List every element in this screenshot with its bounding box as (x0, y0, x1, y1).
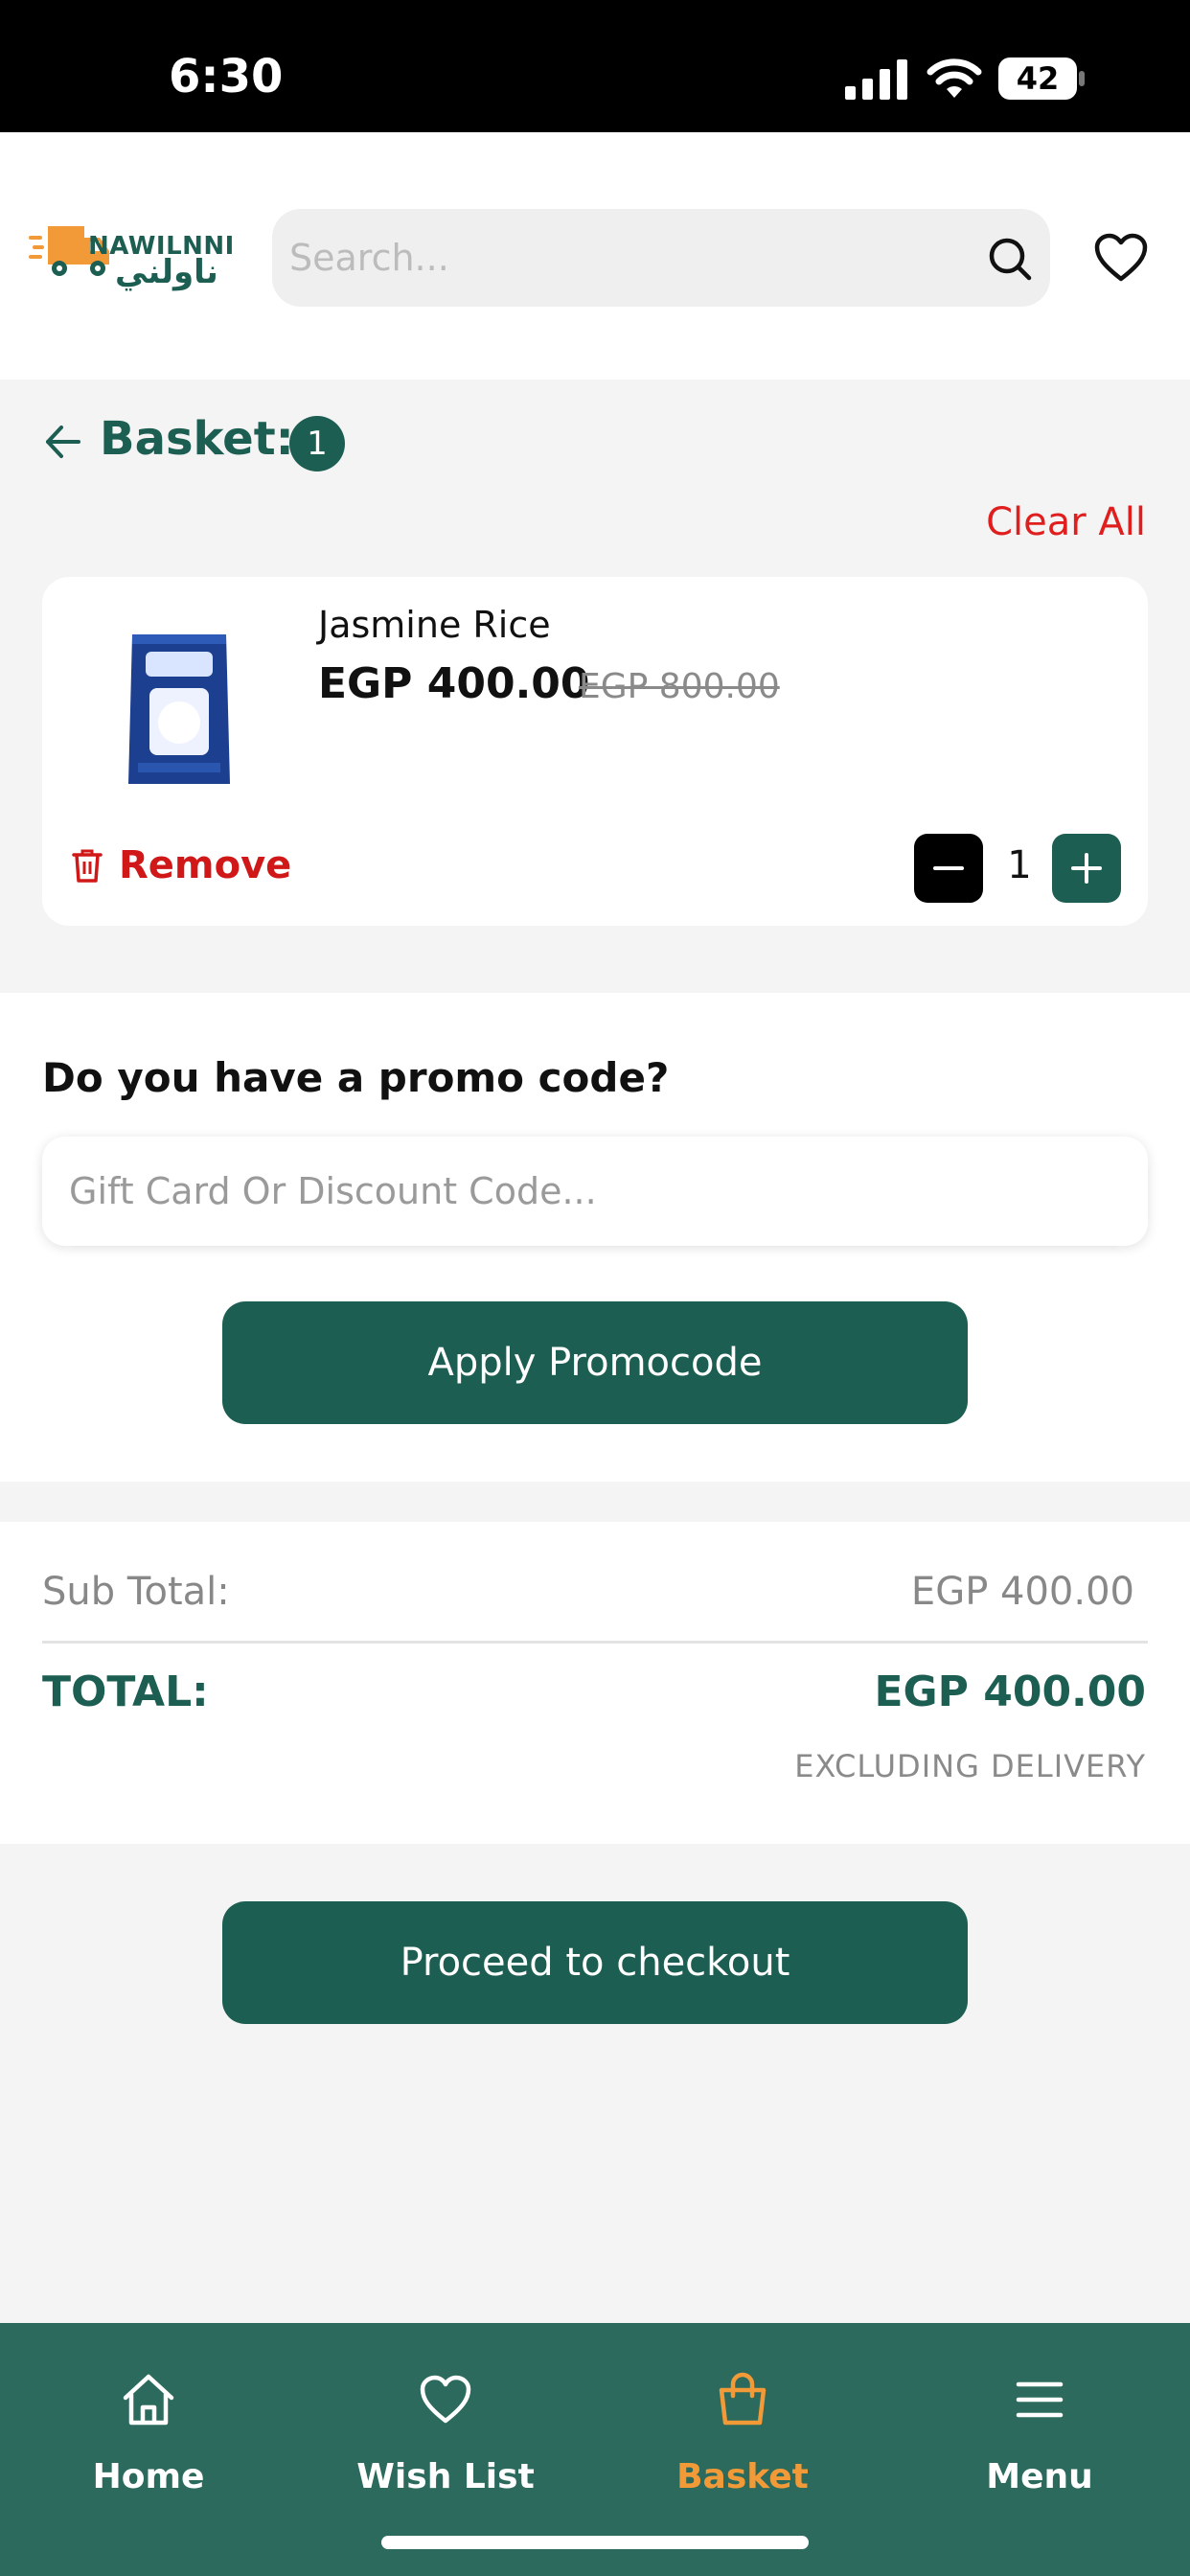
nav-item-home[interactable]: Home (0, 2323, 297, 2515)
product-old-price: EGP 800.00 (579, 667, 780, 706)
cellular-signal-icon (845, 59, 907, 100)
nav-label-home: Home (92, 2457, 205, 2496)
product-price: EGP 400.00 (318, 659, 590, 708)
clear-all-button[interactable]: Clear All (986, 500, 1146, 544)
status-bar: 6:30 42 (0, 0, 1190, 132)
home-indicator[interactable] (381, 2536, 809, 2549)
nav-item-menu[interactable]: Menu (891, 2323, 1188, 2515)
heart-icon (420, 2375, 471, 2424)
divider (42, 1641, 1148, 1644)
quantity-increase-button[interactable] (1052, 834, 1121, 903)
home-icon (123, 2374, 174, 2426)
proceed-to-checkout-button[interactable]: Proceed to checkout (222, 1901, 968, 2024)
basket-item-card: Jasmine Rice EGP 400.00 EGP 800.00 Remov… (42, 577, 1148, 926)
wishlist-heart-icon[interactable] (1094, 233, 1148, 283)
basket-icon (719, 2372, 767, 2426)
app-header: NAWILNNI ناولني (0, 132, 1190, 380)
menu-icon (1016, 2381, 1064, 2418)
wifi-icon (927, 58, 982, 98)
battery-icon: 42 (998, 58, 1085, 100)
nav-label-menu: Menu (986, 2457, 1093, 2496)
order-totals: Sub Total: EGP 400.00 TOTAL: EGP 400.00 … (0, 1522, 1190, 1844)
quantity-value: 1 (1007, 843, 1032, 887)
search-input[interactable] (289, 209, 941, 307)
nav-label-basket: Basket (676, 2457, 809, 2496)
search-icon[interactable] (987, 236, 1033, 282)
subtotal-label: Sub Total: (42, 1570, 230, 1614)
nav-item-wishlist[interactable]: Wish List (297, 2323, 594, 2515)
minus-icon (933, 866, 964, 870)
promo-question: Do you have a promo code? (42, 1054, 670, 1101)
plus-icon (1071, 853, 1102, 884)
status-time: 6:30 (169, 50, 284, 104)
back-arrow-icon[interactable] (44, 424, 82, 460)
promo-section: Do you have a promo code? Apply Promocod… (0, 993, 1190, 1482)
remove-button[interactable]: Remove (119, 843, 291, 887)
product-name[interactable]: Jasmine Rice (318, 604, 551, 646)
logo-text-ar: ناولني (115, 253, 218, 291)
nav-item-basket[interactable]: Basket (594, 2323, 891, 2515)
total-label: TOTAL: (42, 1668, 209, 1716)
battery-level: 42 (1016, 60, 1060, 97)
trash-icon[interactable] (71, 847, 103, 884)
page-title: Basket: (100, 412, 294, 466)
search-bar[interactable] (272, 209, 1050, 307)
delivery-note: EXCLUDING DELIVERY (794, 1748, 1146, 1784)
subtotal-value: EGP 400.00 (910, 1570, 1134, 1614)
apply-promocode-button[interactable]: Apply Promocode (222, 1301, 968, 1424)
total-value: EGP 400.00 (874, 1668, 1146, 1716)
product-image[interactable] (125, 631, 234, 788)
basket-count-badge: 1 (289, 416, 345, 472)
quantity-decrease-button[interactable] (914, 834, 983, 903)
nav-label-wishlist: Wish List (356, 2457, 535, 2496)
promo-code-input[interactable] (69, 1137, 1123, 1246)
promo-field[interactable] (42, 1137, 1148, 1246)
